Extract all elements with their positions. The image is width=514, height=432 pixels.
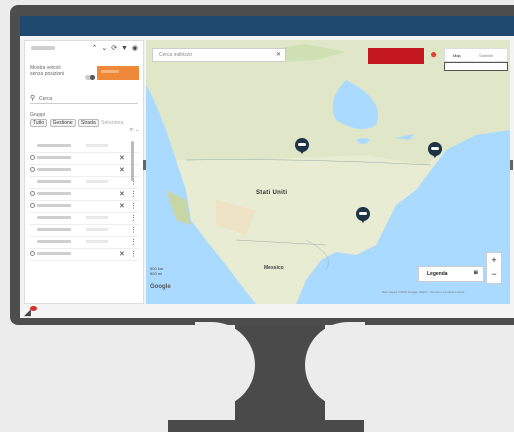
search-placeholder: Cerca [39,96,53,102]
group-chip[interactable]: Gestione [49,119,76,127]
menu-icon[interactable]: ⋮ [130,250,137,258]
menu-icon[interactable]: ⋮ [130,190,137,198]
orange-button-label [101,70,119,73]
notifications-button[interactable]: ◢ [24,306,37,317]
monitor-base [168,420,364,432]
menu-icon[interactable]: ⋮ [130,214,137,222]
list-item[interactable]: ⋮ [30,213,140,225]
list-item[interactable]: ✕⋮ [30,201,140,213]
close-icon[interactable]: ✕ [119,250,125,258]
group-chips: Tutto Gestione Strada Seleziona [30,119,140,129]
map-type-switch: Map Satellite [444,48,508,62]
list-item[interactable]: ✕⋮ [30,165,140,177]
app-content: ⌃ ⌄ ⟳ ▼ ◉ Mostra veicoli senza posizioni… [20,36,514,318]
red-banner[interactable] [368,48,424,64]
vehicle-icon [30,167,35,172]
legend-grid-icon: ⊞ [473,270,478,276]
search-icon: ⚲ [30,95,36,102]
sidebar-toolbar[interactable]: ⌃ ⌄ ⟳ ▼ ◉ [92,44,139,52]
vehicle-icon [30,191,35,196]
close-icon[interactable]: ✕ [119,166,125,174]
map-type-satellite-button[interactable]: Satellite [479,53,493,58]
list-item[interactable]: ⋮ [30,141,140,153]
zoom-control: + − [486,252,502,284]
zoom-in-button[interactable]: + [487,253,501,267]
list-item[interactable]: ✕⋮ [30,153,140,165]
sidebar-scrollbar[interactable] [131,141,134,181]
notification-badge [30,306,37,311]
close-icon[interactable]: ✕ [276,51,281,58]
location-pin-icon[interactable]: ● [430,48,437,60]
truck-marker-icon[interactable] [356,207,370,223]
right-panel-handle[interactable] [510,160,513,170]
monitor-screen: ⌃ ⌄ ⟳ ▼ ◉ Mostra veicoli senza posizioni… [20,16,514,318]
truck-marker-icon[interactable] [295,138,309,154]
list-item[interactable]: ✕⋮ [30,189,140,201]
clear-filter-icon[interactable]: ✕ ⌄ [129,127,139,133]
list-item[interactable]: ⋮ [30,237,140,249]
map-address-search[interactable]: Cerca indirizzo ✕ [152,48,286,62]
map-canvas [146,40,510,304]
map-type-map-button[interactable]: Map [453,53,461,58]
google-logo: Google [150,284,171,290]
vehicle-icon [30,251,35,256]
close-icon[interactable]: ✕ [119,190,125,198]
vehicle-search-input[interactable]: ⚲ Cerca [30,95,138,104]
list-item[interactable]: ✕⋮ [30,249,140,261]
map-search-placeholder: Cerca indirizzo [159,52,193,58]
close-icon[interactable]: ✕ [119,202,125,210]
map-view[interactable]: Cerca indirizzo ✕ ● Map Satellite Stati … [146,40,510,304]
vehicle-icon [30,203,35,208]
list-item[interactable]: ⋮ [30,177,140,189]
map-type-dropdown[interactable] [444,62,508,71]
app-topbar [20,16,514,36]
country-label: Stati Uniti [256,190,288,196]
zoom-out-button[interactable]: − [487,267,501,281]
legend-button[interactable]: Legenda ⊞ [418,266,484,282]
vehicle-list: ⋮ ✕⋮ ✕⋮ ⋮ ✕⋮ ✕⋮ ⋮ ⋮ ⋮ ✕⋮ [30,141,140,261]
show-vehicles-toggle[interactable] [85,75,95,80]
group-chip[interactable]: Strada [78,119,99,127]
group-chip[interactable]: Tutto [30,119,48,127]
vehicle-icon [30,155,35,160]
menu-icon[interactable]: ⋮ [130,238,137,246]
orange-action-button[interactable] [97,66,139,80]
mexico-label: Messico [264,265,284,271]
close-icon[interactable]: ✕ [119,154,125,162]
sidebar-title [31,46,55,50]
truck-marker-icon[interactable] [428,142,442,158]
vehicle-sidebar: ⌃ ⌄ ⟳ ▼ ◉ Mostra veicoli senza posizioni… [24,40,144,304]
map-scale: 500 km 500 mi [150,266,164,276]
legend-label: Legenda [427,271,448,277]
show-vehicles-label: Mostra veicoli senza posizioni [30,65,65,77]
group-select-more[interactable]: Seleziona [101,120,123,126]
menu-icon[interactable]: ⋮ [130,202,137,210]
group-filter-label: Gruppi [30,112,46,118]
list-item[interactable]: ⋮ [30,225,140,237]
menu-icon[interactable]: ⋮ [130,226,137,234]
map-attribution[interactable]: Dati mappa ©2018 Google, INEGI · Termini… [382,290,464,294]
